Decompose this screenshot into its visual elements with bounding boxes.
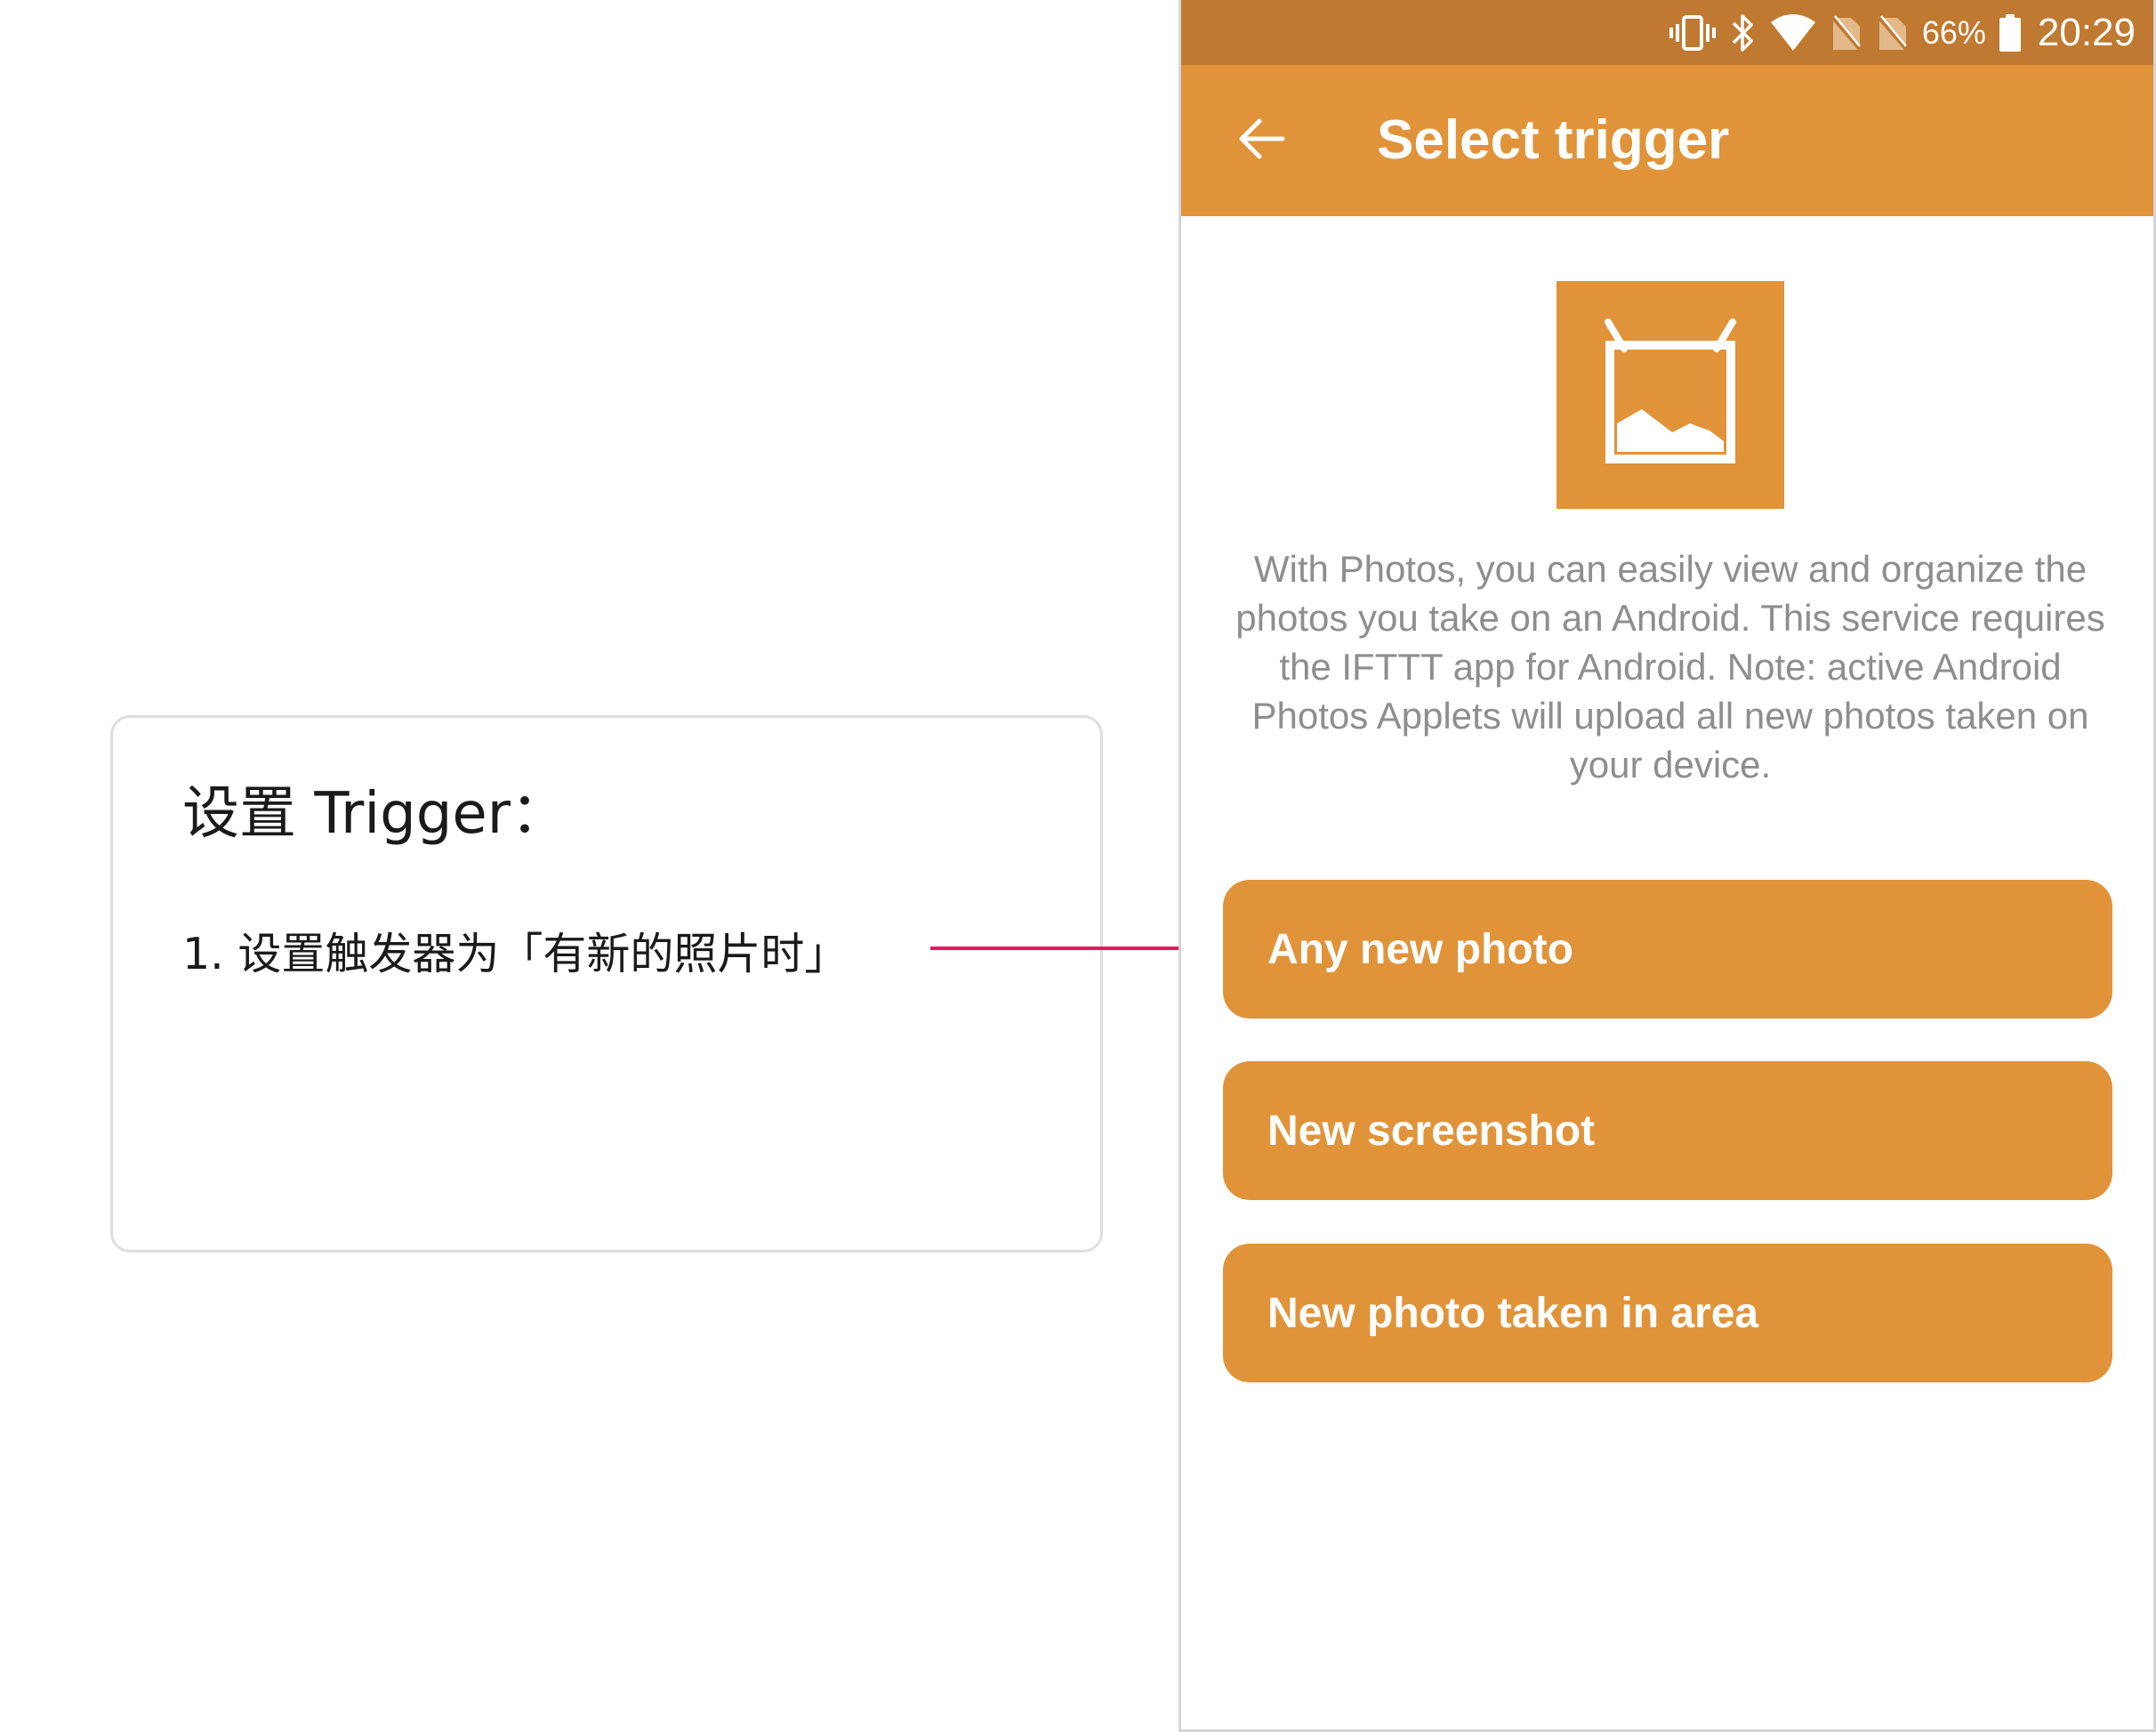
trigger-new-screenshot[interactable]: New screenshot xyxy=(1223,1061,2112,1200)
app-bar: Select trigger xyxy=(1181,65,2153,216)
annotation-step: 1. 设置触发器为「有新的照片时」 xyxy=(182,929,849,979)
status-bar: 66% 20:29 xyxy=(1181,0,2153,65)
status-time: 20:29 xyxy=(2037,10,2136,54)
trigger-any-new-photo[interactable]: Any new photo xyxy=(1223,880,2112,1019)
trigger-label: Any new photo xyxy=(1267,925,1573,973)
page-title: Select trigger xyxy=(1377,109,1730,171)
vibrate-icon xyxy=(1668,13,1718,52)
back-button[interactable] xyxy=(1226,105,1297,176)
annotation-title: 设置 Trigger： xyxy=(182,781,568,847)
trigger-new-photo-in-area[interactable]: New photo taken in area xyxy=(1223,1244,2112,1382)
battery-icon xyxy=(1999,12,2022,53)
no-sim-icon xyxy=(1830,12,1863,53)
android-photos-icon xyxy=(1557,281,1784,509)
annotation-card: 设置 Trigger： 1. 设置触发器为「有新的照片时」 xyxy=(110,715,1103,1253)
arrow-left-icon xyxy=(1236,114,1286,167)
trigger-label: New screenshot xyxy=(1267,1107,1596,1155)
status-icons: 66% 20:29 xyxy=(1668,0,2136,65)
wifi-icon xyxy=(1769,13,1817,52)
battery-percent: 66% xyxy=(1921,13,1986,51)
service-description: With Photos, you can easily view and org… xyxy=(1235,548,2105,785)
trigger-label: New photo taken in area xyxy=(1267,1289,1759,1337)
no-sim-icon xyxy=(1876,12,1910,53)
phone-screen: 66% 20:29 Select trigger With Photos, yo… xyxy=(1179,0,2156,1732)
bluetooth-icon xyxy=(1730,12,1757,53)
